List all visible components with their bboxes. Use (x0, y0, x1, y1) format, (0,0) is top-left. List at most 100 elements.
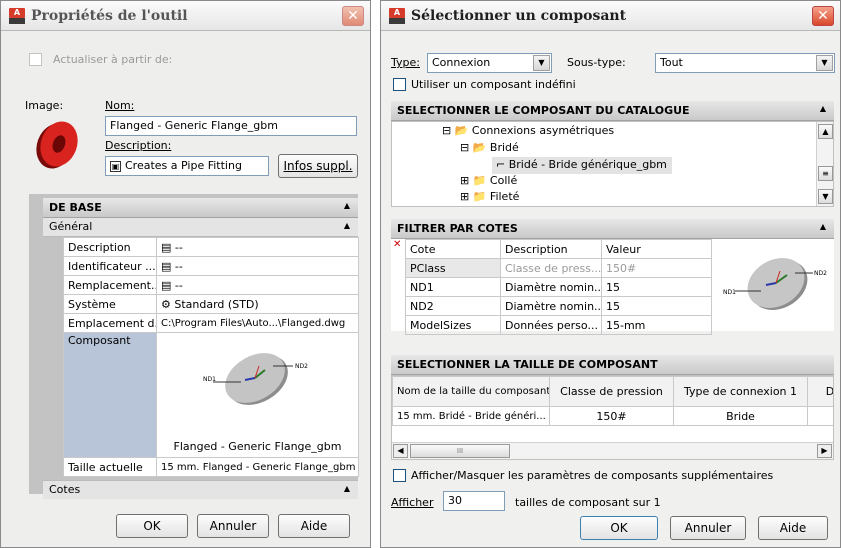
column-header[interactable]: Classe de pression (549, 376, 674, 407)
filter-section-header[interactable]: FILTRER PAR COTES ▲ (391, 219, 834, 239)
filter-desc: Données perso... (500, 315, 602, 335)
refresh-checkbox[interactable] (29, 53, 42, 66)
scroll-thumb[interactable]: III (410, 444, 510, 458)
nd1-label: ND1 (723, 289, 736, 296)
nd1-label: ND1 (203, 376, 216, 383)
more-info-button[interactable]: Infos suppl. (278, 154, 358, 178)
tree-item-label: Bridé (489, 141, 519, 154)
group-cotes-label: Cotes (49, 483, 81, 496)
show-count-input[interactable]: 30 (443, 491, 505, 511)
table-row[interactable]: Taille actuelle 15 mm. Flanged - Generic … (63, 457, 359, 477)
prop-name: Taille actuelle (63, 457, 157, 477)
scroll-down-icon[interactable]: ▼ (818, 189, 833, 204)
refresh-label: Actualiser à partir de: (53, 53, 173, 66)
column-header[interactable]: Valeur (601, 239, 712, 259)
ok-button[interactable]: OK (580, 516, 658, 540)
horizontal-scrollbar[interactable]: ◀ III ▶ (392, 442, 833, 459)
name-input[interactable]: Flanged - Generic Flange_gbm (105, 116, 357, 136)
size-header-row: Nom de la taille du composant Classe de … (392, 376, 833, 407)
prop-value-text: -- (174, 240, 183, 254)
catalog-header-label: SELECTIONNER LE COMPOSANT DU CATALOGUE (397, 104, 690, 117)
clear-filter-icon[interactable]: ✕ (393, 239, 401, 250)
prop-value: 15 mm. Flanged - Generic Flange_gbm (156, 457, 359, 477)
collapse-icon: ▲ (343, 484, 350, 493)
group-general[interactable]: Général ▲ (43, 218, 358, 237)
tree-item-label: Collé (489, 174, 518, 187)
size-panel: Nom de la taille du composant Classe de … (391, 375, 834, 460)
tool-image-thumbnail[interactable] (31, 119, 83, 171)
table-row[interactable]: Identificateur ... ▤ -- (63, 256, 359, 276)
show-hide-params-label: Afficher/Masquer les paramètres de compo… (411, 469, 774, 482)
image-label: Image: (25, 99, 64, 112)
description-input[interactable]: ▣ Creates a Pipe Fitting (105, 156, 269, 176)
tree-item-label: Fileté (489, 190, 520, 203)
column-header[interactable]: Description (500, 239, 602, 259)
component-row[interactable]: Composant ND1 ND2 Flanged - Generic Flan… (63, 332, 359, 458)
size-header-label: SELECTIONNER LA TAILLE DE COMPOSANT (397, 358, 658, 371)
prop-value: ▤ -- (156, 275, 359, 295)
column-header[interactable]: Type de connexion 1 (673, 376, 808, 407)
scroll-grip: III (456, 447, 464, 455)
catalog-section-header[interactable]: SELECTIONNER LE COMPOSANT DU CATALOGUE ▲ (391, 101, 834, 121)
tree-scrollbar[interactable]: ▲ ≡ ▼ (816, 122, 833, 206)
filter-header-label: FILTRER PAR COTES (397, 222, 518, 235)
prop-name: Remplacement... (63, 275, 157, 295)
scroll-thumb[interactable]: ≡ (818, 166, 833, 181)
property-panel: DE BASE ▲ Général ▲ Description ▤ -- Identi… (29, 194, 359, 499)
filter-desc: Classe de press... (500, 258, 602, 278)
column-header[interactable]: Cote (405, 239, 501, 259)
close-button[interactable]: ✕ (342, 6, 364, 26)
scroll-left-icon[interactable]: ◀ (393, 444, 408, 458)
scroll-right-icon[interactable]: ▶ (817, 444, 832, 458)
component-caption: Flanged - Generic Flange_gbm (173, 440, 342, 453)
table-row[interactable]: PClass Classe de press... 150# (405, 258, 712, 278)
section-base[interactable]: DE BASE ▲ (43, 198, 358, 218)
system-icon: ⚙ (161, 297, 171, 311)
group-cotes[interactable]: Cotes ▲ (43, 480, 358, 499)
undefined-component-checkbox[interactable] (393, 78, 406, 91)
help-button[interactable]: Aide (278, 514, 350, 538)
section-base-label: DE BASE (49, 201, 102, 214)
filter-value[interactable]: 15 (601, 277, 712, 297)
filter-value[interactable]: 150# (601, 258, 712, 278)
prop-value-text: -- (174, 259, 183, 273)
close-button[interactable]: ✕ (812, 6, 834, 26)
filter-desc: Diamètre nomin... (500, 296, 602, 316)
flange-preview-icon: ND1 ND2 (203, 353, 308, 405)
scroll-up-icon[interactable]: ▲ (818, 124, 833, 139)
cancel-button[interactable]: Annuler (197, 514, 269, 538)
tree-item[interactable]: ⊞ 📁 Fileté (460, 190, 519, 203)
table-row[interactable]: Remplacement... ▤ -- (63, 275, 359, 295)
table-row[interactable]: Système ⚙ Standard (STD) (63, 294, 359, 314)
table-row[interactable]: ND1 Diamètre nomin... 15 (405, 277, 712, 297)
ok-button[interactable]: OK (116, 514, 188, 538)
tree-item[interactable]: ⊞ 📁 Collé (460, 174, 517, 187)
cancel-button[interactable]: Annuler (670, 516, 746, 540)
filter-value[interactable]: 15-mm (601, 315, 712, 335)
type-select[interactable]: Connexion ▼ (427, 53, 552, 73)
filter-desc: Diamètre nomin... (500, 277, 602, 297)
help-button[interactable]: Aide (758, 516, 828, 540)
collapse-icon: ▲ (343, 201, 350, 210)
table-row[interactable]: 15 mm. Bridé - Bride généri... 150# Brid… (392, 406, 833, 426)
group-general-label: Général (49, 220, 93, 233)
prop-name: Système (63, 294, 157, 314)
show-hide-params-checkbox[interactable] (393, 469, 406, 482)
table-row[interactable]: Description ▤ -- (63, 237, 359, 257)
tree-item-selected[interactable]: ⌐ Bridé - Bride générique_gbm (492, 157, 672, 174)
table-row[interactable]: ND2 Diamètre nomin... 15 (405, 296, 712, 316)
autocad-icon: A (9, 7, 25, 24)
table-row[interactable]: ModelSizes Données perso... 15-mm (405, 315, 712, 335)
column-header[interactable]: Nom de la taille du composant (392, 376, 550, 407)
table-row[interactable]: Emplacement d... C:\Program Files\Auto...… (63, 313, 359, 333)
size-extra (807, 406, 833, 426)
type-label: Type: (391, 56, 420, 69)
filter-value[interactable]: 15 (601, 296, 712, 316)
size-section-header[interactable]: SELECTIONNER LA TAILLE DE COMPOSANT (391, 355, 834, 375)
fitting-icon: ⌐ (496, 158, 506, 171)
subtype-select[interactable]: Tout ▼ (655, 53, 835, 73)
tree-item[interactable]: ⊟ 📂 Bridé (460, 141, 519, 154)
nd2-label: ND2 (814, 270, 827, 277)
column-header[interactable]: D (807, 376, 833, 407)
tree-item[interactable]: ⊟ 📂 Connexions asymétriques (442, 124, 614, 137)
